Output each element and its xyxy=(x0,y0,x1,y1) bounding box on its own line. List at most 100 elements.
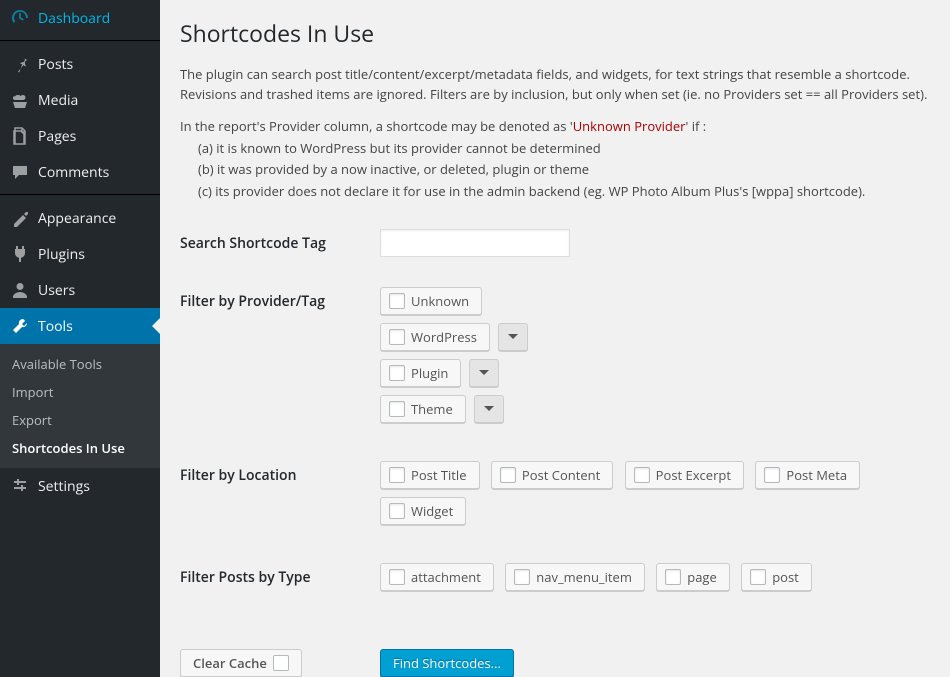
submenu-import[interactable]: Import xyxy=(0,378,160,406)
posttype-nav-menu-item[interactable]: nav_menu_item xyxy=(505,563,645,591)
filter-form: Search Shortcode Tag Filter by Provider/… xyxy=(180,219,930,677)
unknown-provider-label: Unknown Provider xyxy=(573,117,686,135)
provider-plugin-expand[interactable] xyxy=(469,359,499,387)
posttype-page[interactable]: page xyxy=(656,563,730,591)
posttype-page-checkbox[interactable] xyxy=(665,569,681,585)
search-label: Search Shortcode Tag xyxy=(180,219,380,277)
tools-submenu: Available Tools Import Export Shortcodes… xyxy=(0,344,160,468)
pin-icon xyxy=(10,54,30,74)
menu-users[interactable]: Users xyxy=(0,272,160,308)
page-title: Shortcodes In Use xyxy=(180,10,930,52)
location-widget-label: Widget xyxy=(411,502,453,520)
provider-theme[interactable]: Theme xyxy=(380,395,466,423)
location-post-content[interactable]: Post Content xyxy=(491,461,613,489)
provider-wordpress[interactable]: WordPress xyxy=(380,323,490,351)
appearance-icon xyxy=(10,208,30,228)
location-post-title-label: Post Title xyxy=(411,466,467,484)
find-shortcodes-label: Find Shortcodes... xyxy=(393,654,501,672)
menu-label: Comments xyxy=(38,163,109,182)
posttype-post[interactable]: post xyxy=(741,563,812,591)
location-post-content-label: Post Content xyxy=(522,466,600,484)
location-post-meta-label: Post Meta xyxy=(786,466,847,484)
menu-label: Dashboard xyxy=(38,9,110,28)
location-post-excerpt-label: Post Excerpt xyxy=(656,466,731,484)
location-post-title[interactable]: Post Title xyxy=(380,461,480,489)
location-post-meta[interactable]: Post Meta xyxy=(755,461,860,489)
user-icon xyxy=(10,280,30,300)
provider-wordpress-label: WordPress xyxy=(411,328,477,346)
menu-separator xyxy=(0,36,160,41)
provider-plugin-label: Plugin xyxy=(411,364,448,382)
location-post-excerpt-checkbox[interactable] xyxy=(634,467,650,483)
clear-cache-label: Clear Cache xyxy=(193,654,267,672)
intro2-pre: In the report's Provider column, a short… xyxy=(180,117,573,135)
menu-label: Posts xyxy=(38,55,73,74)
menu-plugins[interactable]: Plugins xyxy=(0,236,160,272)
location-post-title-checkbox[interactable] xyxy=(389,467,405,483)
provider-theme-expand[interactable] xyxy=(474,395,504,423)
provider-theme-checkbox[interactable] xyxy=(389,401,405,417)
page-icon xyxy=(10,126,30,146)
posttype-page-label: page xyxy=(687,568,717,586)
intro2-c: (c) its provider does not declare it for… xyxy=(180,182,930,202)
search-shortcode-input[interactable] xyxy=(380,229,570,257)
comment-icon xyxy=(10,162,30,182)
menu-label: Media xyxy=(38,91,78,110)
menu-label: Pages xyxy=(38,127,76,146)
posttype-attachment-label: attachment xyxy=(411,568,481,586)
posttype-attachment-checkbox[interactable] xyxy=(389,569,405,585)
posttype-filter-label: Filter Posts by Type xyxy=(180,553,380,619)
menu-media[interactable]: Media xyxy=(0,82,160,118)
media-icon xyxy=(10,90,30,110)
provider-wordpress-checkbox[interactable] xyxy=(389,329,405,345)
location-widget-checkbox[interactable] xyxy=(389,503,405,519)
intro2-a: (a) it is known to WordPress but its pro… xyxy=(180,139,930,159)
menu-posts[interactable]: Posts xyxy=(0,46,160,82)
provider-unknown-label: Unknown xyxy=(411,292,469,310)
dashboard-icon xyxy=(10,8,30,28)
menu-label: Settings xyxy=(38,477,90,496)
location-post-excerpt[interactable]: Post Excerpt xyxy=(625,461,744,489)
location-filter-label: Filter by Location xyxy=(180,451,380,553)
menu-separator xyxy=(0,190,160,195)
admin-sidebar: Dashboard Posts Media Pages Comments App… xyxy=(0,0,160,677)
menu-comments[interactable]: Comments xyxy=(0,154,160,190)
posttype-post-label: post xyxy=(772,568,799,586)
menu-label: Plugins xyxy=(38,245,85,264)
provider-unknown-checkbox[interactable] xyxy=(389,293,405,309)
find-shortcodes-button[interactable]: Find Shortcodes... xyxy=(380,649,514,677)
provider-plugin-checkbox[interactable] xyxy=(389,365,405,381)
menu-tools[interactable]: Tools xyxy=(0,308,160,344)
submenu-export[interactable]: Export xyxy=(0,406,160,434)
menu-appearance[interactable]: Appearance xyxy=(0,200,160,236)
intro-text: The plugin can search post title/content… xyxy=(180,65,930,201)
posttype-nav-menu-item-label: nav_menu_item xyxy=(536,568,632,586)
menu-dashboard[interactable]: Dashboard xyxy=(0,0,160,36)
location-widget[interactable]: Widget xyxy=(380,497,466,525)
posttype-nav-menu-item-checkbox[interactable] xyxy=(514,569,530,585)
menu-label: Users xyxy=(38,281,75,300)
posttype-attachment[interactable]: attachment xyxy=(380,563,494,591)
provider-theme-label: Theme xyxy=(411,400,453,418)
provider-plugin[interactable]: Plugin xyxy=(380,359,461,387)
posttype-post-checkbox[interactable] xyxy=(750,569,766,585)
menu-pages[interactable]: Pages xyxy=(0,118,160,154)
clear-cache-checkbox[interactable] xyxy=(273,655,289,671)
settings-icon xyxy=(10,476,30,496)
submenu-shortcodes-in-use[interactable]: Shortcodes In Use xyxy=(0,434,160,462)
provider-unknown[interactable]: Unknown xyxy=(380,287,482,315)
tool-icon xyxy=(10,316,30,336)
location-post-meta-checkbox[interactable] xyxy=(764,467,780,483)
provider-wordpress-expand[interactable] xyxy=(498,323,528,351)
plugin-icon xyxy=(10,244,30,264)
intro2-post: ' if : xyxy=(686,117,707,135)
intro2-b: (b) it was provided by a now inactive, o… xyxy=(180,160,930,180)
submenu-available-tools[interactable]: Available Tools xyxy=(0,350,160,378)
clear-cache-button[interactable]: Clear Cache xyxy=(180,649,302,677)
menu-label: Tools xyxy=(38,317,73,336)
location-post-content-checkbox[interactable] xyxy=(500,467,516,483)
intro-paragraph-1: The plugin can search post title/content… xyxy=(180,65,930,104)
menu-settings[interactable]: Settings xyxy=(0,468,160,504)
main-content: Shortcodes In Use The plugin can search … xyxy=(160,0,950,677)
intro-paragraph-2: In the report's Provider column, a short… xyxy=(180,117,930,201)
